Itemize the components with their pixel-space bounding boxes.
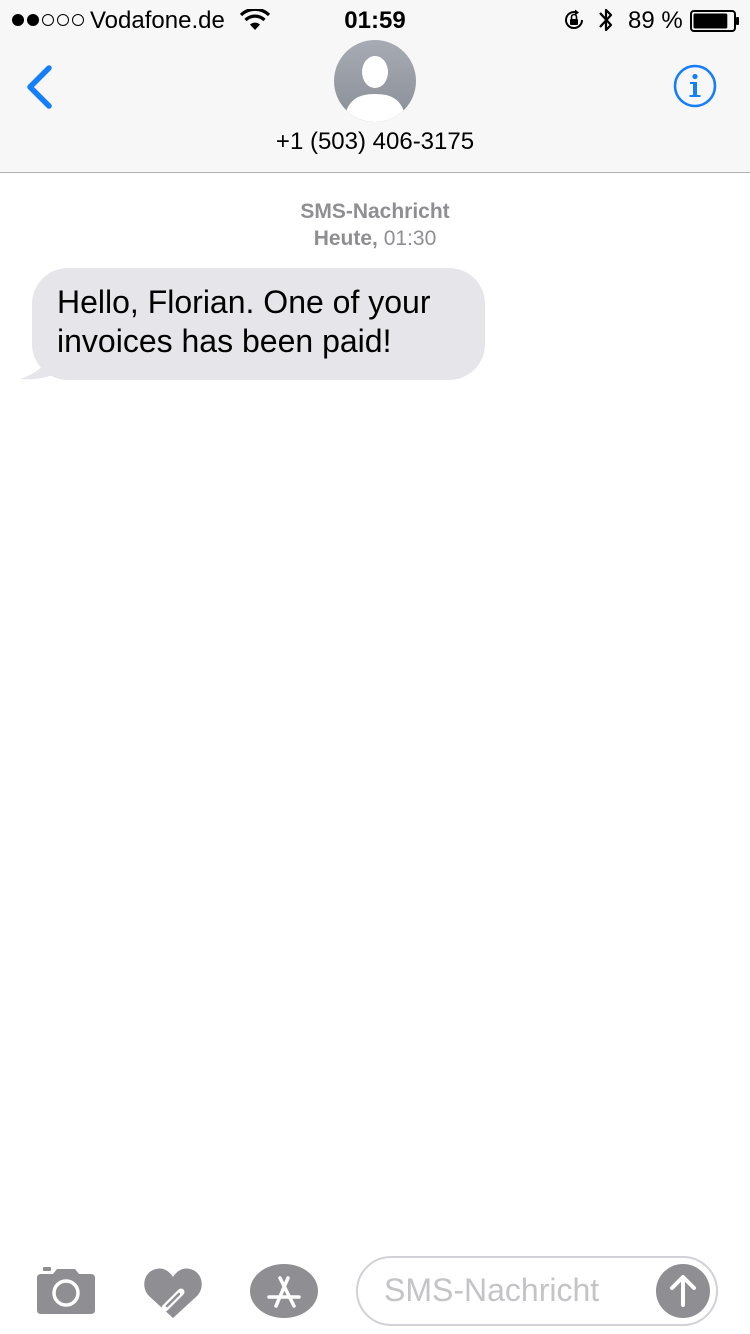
message-service-label: SMS-Nachricht [300, 200, 450, 223]
rotation-lock-icon [565, 9, 584, 29]
send-arrow-icon [670, 1275, 696, 1307]
message-day-label: Heute, [313, 227, 378, 250]
message-bubble-incoming[interactable]: Hello, Florian. One of your invoices has… [20, 268, 486, 381]
person-silhouette-icon [344, 56, 406, 122]
navigation-bar: +1 (503) 406-3175 [0, 40, 750, 173]
contact-avatar[interactable] [334, 40, 416, 122]
status-bar: Vodafone.de 01:59 89 % [0, 0, 750, 40]
bluetooth-icon [599, 8, 613, 32]
digital-touch-icon[interactable] [143, 1266, 203, 1320]
camera-icon[interactable] [37, 1266, 95, 1314]
info-icon[interactable] [673, 64, 717, 108]
message-input-placeholder: SMS-Nachricht [384, 1272, 600, 1308]
message-timestamp-header: SMS-Nachricht Heute, 01:30 [0, 198, 750, 252]
message-time-label: 01:30 [383, 227, 437, 250]
contact-name[interactable]: +1 (503) 406-3175 [0, 128, 750, 156]
message-text: Hello, Florian. One of your invoices has… [32, 268, 485, 380]
appstore-icon[interactable] [250, 1264, 318, 1318]
battery-percentage: 89 % [628, 7, 683, 34]
chevron-left-icon[interactable] [22, 64, 56, 110]
input-bar: SMS-Nachricht [0, 1248, 750, 1334]
message-input[interactable]: SMS-Nachricht [356, 1256, 718, 1326]
send-button[interactable] [656, 1264, 710, 1318]
battery-icon [690, 10, 739, 32]
